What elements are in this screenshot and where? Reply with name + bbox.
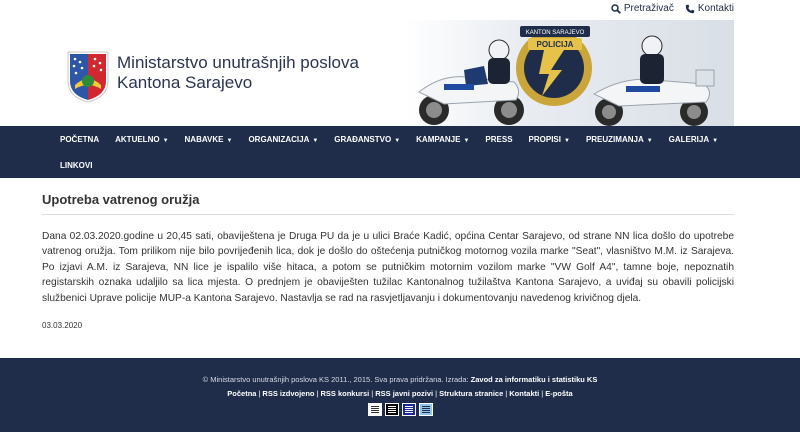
copyright-text: © Ministarstvo unutrašnjih poslova KS 20… xyxy=(0,375,800,384)
nav-row-2: LINKOVI xyxy=(52,153,100,178)
footer-links: Početna | RSS izdvojeno | RSS konkursi | RSS j… xyxy=(0,389,800,398)
nav-item-label: PRESS xyxy=(485,135,513,144)
main-navigation: POČETNA AKTUELNO ▼ NABAVKE ▼ ORGANIZACIJA ▼ GRA… xyxy=(0,126,800,178)
text-lines-icon xyxy=(370,406,379,407)
article-title: Upotreba vatrenog oružja xyxy=(42,178,734,215)
theme-lightblue-button[interactable] xyxy=(418,403,433,416)
text-lines-icon xyxy=(370,412,379,413)
caret-down-icon: ▼ xyxy=(563,138,570,144)
police-motorcycles-banner: KANTON SARAJEVO POLICIJA xyxy=(404,20,734,126)
nav-item-label: NABAVKE xyxy=(184,135,224,144)
caret-down-icon: ▼ xyxy=(394,138,401,144)
site-footer: © Ministarstvo unutrašnjih poslova KS 20… xyxy=(0,358,800,432)
nav-item-label: PREUZIMANJA xyxy=(585,135,644,144)
site-header: Ministarstvo unutrašnjih poslova Kantona… xyxy=(0,0,800,126)
developer-link[interactable]: Zavod za informatiku i statistiku KS xyxy=(471,375,598,384)
caret-down-icon: ▼ xyxy=(463,138,470,144)
nav-item-label: LINKOVI xyxy=(60,161,93,170)
text-lines-icon xyxy=(404,410,413,411)
nav-item-galerija[interactable]: GALERIJA ▼ xyxy=(661,126,726,153)
nav-item-label: KAMPANJE xyxy=(416,135,461,144)
footer-link-kontakti[interactable]: Kontakti xyxy=(509,389,539,398)
footer-link-rss-izdvojeno[interactable]: RSS izdvojeno xyxy=(262,389,314,398)
nav-item-nabavke[interactable]: NABAVKE ▼ xyxy=(177,126,241,153)
footer-link-separator: | xyxy=(316,389,319,398)
text-lines-icon xyxy=(370,408,379,409)
organization-name-line1: Ministarstvo unutrašnjih poslova xyxy=(117,53,359,72)
footer-link-pocetna[interactable]: Početna xyxy=(227,389,256,398)
copyright-statement: © Ministarstvo unutrašnjih poslova KS 20… xyxy=(202,375,471,384)
text-lines-icon xyxy=(387,408,396,409)
footer-link-separator: | xyxy=(435,389,438,398)
nav-item-kampanje[interactable]: KAMPANJE ▼ xyxy=(408,126,477,153)
text-lines-icon xyxy=(404,412,413,413)
footer-link-separator: | xyxy=(371,389,374,398)
article-body: Dana 02.03.2020.godine u 20,45 sati, oba… xyxy=(42,231,734,304)
nav-item-pocetna[interactable]: POČETNA xyxy=(52,126,107,153)
caret-down-icon: ▼ xyxy=(226,138,233,144)
nav-item-label: AKTUELNO xyxy=(115,135,160,144)
nav-item-label: GALERIJA xyxy=(668,135,710,144)
caret-down-icon: ▼ xyxy=(312,138,319,144)
footer-link-e-posta[interactable]: E-pošta xyxy=(545,389,573,398)
footer-link-separator: | xyxy=(505,389,508,398)
nav-item-preuzimanja[interactable]: PREUZIMANJA ▼ xyxy=(578,126,661,153)
theme-white-button[interactable] xyxy=(367,403,382,416)
article-date: 03.03.2020 xyxy=(42,321,83,331)
nav-item-label: PROPISI xyxy=(528,135,561,144)
nav-item-propisi[interactable]: PROPISI ▼ xyxy=(521,126,578,153)
text-lines-icon xyxy=(404,408,413,409)
organization-name[interactable]: Ministarstvo unutrašnjih poslova Kantona… xyxy=(117,53,359,93)
theme-black-button[interactable] xyxy=(384,403,399,416)
text-lines-icon xyxy=(421,406,430,407)
theme-blue-button[interactable] xyxy=(401,403,416,416)
footer-link-struktura-stranice[interactable]: Struktura stranice xyxy=(439,389,503,398)
caret-down-icon: ▼ xyxy=(162,138,169,144)
text-lines-icon xyxy=(370,410,379,411)
nav-item-organizacija[interactable]: ORGANIZACIJA ▼ xyxy=(240,126,326,153)
footer-link-rss-konkursi[interactable]: RSS konkursi xyxy=(320,389,369,398)
nav-item-label: POČETNA xyxy=(60,135,100,144)
text-lines-icon xyxy=(387,406,396,407)
footer-link-rss-javni-pozivi[interactable]: RSS javni pozivi xyxy=(375,389,433,398)
text-lines-icon xyxy=(387,410,396,411)
nav-item-gradanstvo[interactable]: GRAĐANSTVO ▼ xyxy=(326,126,408,153)
canton-coat-of-arms-logo[interactable] xyxy=(67,51,109,103)
main-content: Upotreba vatrenog oružja Dana 02.03.2020… xyxy=(42,178,734,330)
nav-item-linkovi[interactable]: LINKOVI xyxy=(52,153,100,178)
footer-link-separator: | xyxy=(258,389,261,398)
nav-item-press[interactable]: PRESS xyxy=(477,126,520,153)
text-lines-icon xyxy=(404,406,413,407)
text-lines-icon xyxy=(421,412,430,413)
nav-item-aktuelno[interactable]: AKTUELNO ▼ xyxy=(107,126,176,153)
nav-row-1: POČETNA AKTUELNO ▼ NABAVKE ▼ ORGANIZACIJA ▼ GRA… xyxy=(52,126,726,153)
text-lines-icon xyxy=(421,408,430,409)
nav-item-label: ORGANIZACIJA xyxy=(248,135,310,144)
organization-name-line2: Kantona Sarajevo xyxy=(117,73,253,92)
badge-word: POLICIJA xyxy=(537,40,574,49)
footer-link-separator: | xyxy=(541,389,544,398)
text-lines-icon xyxy=(387,412,396,413)
theme-switcher xyxy=(0,403,800,416)
text-lines-icon xyxy=(421,410,430,411)
caret-down-icon: ▼ xyxy=(712,138,719,144)
nav-item-label: GRAĐANSTVO xyxy=(334,135,392,144)
badge-text: KANTON SARAJEVO xyxy=(526,30,585,36)
caret-down-icon: ▼ xyxy=(646,138,653,144)
